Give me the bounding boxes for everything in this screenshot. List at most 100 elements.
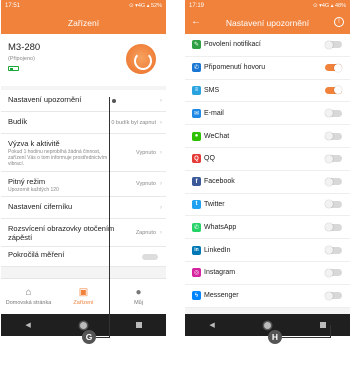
notification-toggle[interactable]: [325, 291, 342, 300]
setting-title: Pokročilá měření: [8, 250, 65, 259]
setting-advanced-measurement[interactable]: Pokročilá měření: [1, 247, 166, 267]
notification-settings-screen: 17:19 ⊙ ▾4G ▴ 48% ← Nastavení upozornění…: [185, 0, 350, 336]
setting-watch-face[interactable]: Nastavení ciferníku ›: [1, 197, 166, 219]
notification-row[interactable]: Q QQ: [185, 148, 350, 171]
setting-value: Vypnuto: [136, 149, 156, 156]
facebook-icon: f: [192, 177, 201, 187]
pointer-dot: [112, 98, 116, 103]
notification-row[interactable]: ✉ E-mail: [185, 102, 350, 126]
setting-drinking-reminder[interactable]: Pitný režim Upozornit každých 120 Vypnut…: [1, 172, 166, 197]
bottom-navigation: ⌂ Domovská stránka ▣ Zařízení ● Můj: [1, 278, 166, 314]
setting-value: 0 budík byl zapnut: [111, 119, 156, 126]
qq-icon: Q: [192, 154, 201, 164]
status-bar: 17:51 ⊙ ▾4G ▴ 52%: [1, 0, 166, 12]
device-icon: ▣: [78, 287, 89, 298]
recent-apps-icon[interactable]: [319, 322, 326, 328]
notification-label: Připomenutí hovoru: [204, 64, 266, 72]
status-time: 17:19: [189, 3, 205, 9]
setting-wrist-wake[interactable]: Rozsvícení obrazovky otočením zápěstí Za…: [1, 219, 166, 247]
status-time: 17:51: [5, 3, 21, 9]
notification-label: Messenger: [204, 292, 239, 300]
notification-label: Facebook: [204, 178, 235, 186]
callout-h-marker: H: [268, 330, 282, 344]
back-icon[interactable]: ◀: [25, 321, 30, 329]
notification-label: Twitter: [204, 200, 225, 208]
messenger-icon: ϟ: [192, 291, 201, 301]
settings-list: Nastavení upozornění › Budík 0 budík byl…: [1, 90, 166, 267]
page-title: Nastavení upozornění: [225, 18, 310, 28]
nav-label: Zařízení: [73, 300, 94, 306]
device-card: M3-280 (Připojeno): [1, 34, 166, 86]
page-title: Zařízení: [67, 18, 100, 28]
notification-toggle[interactable]: [325, 268, 342, 277]
chevron-right-icon: ›: [160, 119, 162, 126]
title-bar: ← Nastavení upozornění !: [185, 12, 350, 34]
notification-label: Instagram: [204, 269, 236, 277]
chevron-right-icon: ›: [160, 149, 162, 156]
twitter-icon: t: [192, 199, 201, 209]
notification-row[interactable]: ✎ Povolení notifikací: [185, 34, 350, 57]
whatsapp-icon: ✆: [192, 222, 201, 232]
nav-device[interactable]: ▣ Zařízení: [56, 279, 111, 314]
notification-toggle[interactable]: [325, 223, 342, 232]
notification-row[interactable]: ✆ WhatsApp: [185, 216, 350, 240]
notification-toggle[interactable]: [325, 132, 342, 141]
linkedin-icon: in: [192, 245, 201, 255]
notification-row[interactable]: ● WeChat: [185, 125, 350, 148]
notification-label: LinkedIn: [204, 246, 231, 254]
callout-g-horizontal-line: [96, 337, 110, 338]
notification-toggle[interactable]: [325, 177, 342, 186]
back-icon[interactable]: ◀: [209, 321, 214, 329]
home-button-icon[interactable]: [263, 321, 271, 329]
notification-toggle[interactable]: [325, 154, 342, 163]
back-arrow-icon[interactable]: ←: [191, 16, 201, 27]
home-button-icon[interactable]: [79, 321, 87, 329]
device-logo-icon: [126, 44, 156, 74]
status-indicators: ⊙ ▾4G ▴ 48%: [312, 3, 346, 9]
notification-toggle[interactable]: [325, 109, 342, 118]
setting-value: Zapnuto: [135, 229, 156, 236]
recent-apps-icon[interactable]: [135, 322, 142, 328]
chevron-right-icon: ›: [160, 97, 162, 104]
status-bar: 17:19 ⊙ ▾4G ▴ 48%: [185, 0, 350, 12]
notification-row[interactable]: t Twitter: [185, 194, 350, 217]
setting-alarm[interactable]: Budík 0 budík byl zapnut ›: [1, 112, 166, 134]
notification-toggle[interactable]: [325, 246, 342, 255]
nav-profile[interactable]: ● Můj: [111, 279, 166, 314]
notification-toggle[interactable]: [325, 86, 342, 95]
nav-home[interactable]: ⌂ Domovská stránka: [1, 279, 56, 314]
chevron-right-icon: ›: [160, 229, 162, 236]
status-indicators: ⊙ ▾4G ▴ 52%: [128, 3, 162, 9]
nav-label: Domovská stránka: [5, 300, 52, 306]
notification-row[interactable]: in LinkedIn: [185, 239, 350, 262]
notification-label: WhatsApp: [204, 223, 237, 231]
notification-row[interactable]: f Facebook: [185, 171, 350, 194]
notification-row[interactable]: ≡ SMS: [185, 80, 350, 103]
notification-label: WeChat: [204, 132, 230, 140]
setting-description: Upozornit každých 120: [8, 187, 59, 193]
chevron-right-icon: ›: [160, 204, 162, 211]
setting-activity-reminder[interactable]: Výzva k aktivitě Pokud 1 hodinu neprobíh…: [1, 134, 166, 172]
notification-toggle[interactable]: [325, 63, 342, 72]
setting-notifications[interactable]: Nastavení upozornění ›: [1, 90, 166, 112]
info-icon[interactable]: !: [334, 17, 344, 27]
chevron-right-icon: ›: [160, 181, 162, 187]
notification-row[interactable]: ✆ Připomenutí hovoru: [185, 57, 350, 80]
home-icon: ⌂: [25, 287, 32, 298]
setting-title: Nastavení ciferníku: [8, 202, 73, 211]
callout-h-label: H: [271, 332, 279, 342]
battery-icon: [8, 66, 19, 71]
callout-g-vertical-line: [109, 97, 110, 337]
callout-g-label: G: [85, 332, 93, 342]
instagram-icon: ◎: [192, 268, 201, 278]
email-icon: ✉: [192, 108, 201, 118]
person-icon: ●: [135, 287, 142, 298]
notification-row[interactable]: ◎ Instagram: [185, 262, 350, 285]
notification-toggle[interactable]: [325, 200, 342, 209]
sms-icon: ≡: [192, 85, 201, 95]
notification-toggle[interactable]: [325, 40, 342, 49]
advanced-measurement-toggle[interactable]: [142, 253, 158, 260]
setting-title: Nastavení upozornění: [8, 95, 82, 104]
notification-label: QQ: [204, 155, 215, 163]
notification-row[interactable]: ϟ Messenger: [185, 285, 350, 308]
